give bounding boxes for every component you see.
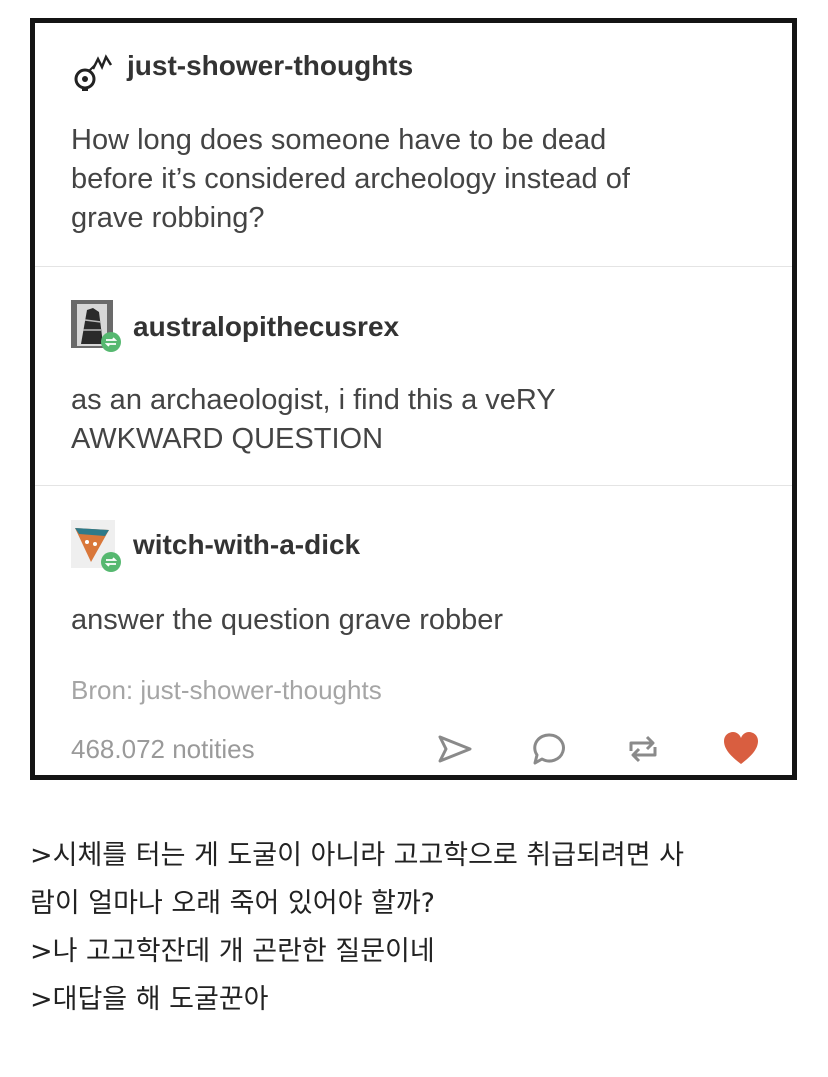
reblog-icon[interactable] (623, 729, 663, 769)
reblog-badge-icon (101, 332, 121, 352)
caption-line: 람이 얼마나 오래 죽어 있어야 할까? (30, 888, 436, 919)
username-witch-with-a-dick[interactable]: witch-with-a-dick (133, 529, 360, 561)
reblog-badge-icon (101, 552, 121, 572)
source-link[interactable]: Bron: just-shower-thoughts (71, 675, 382, 706)
caption-line: >시체를 터는 게 도굴이 아니라 고고학으로 취급되려면 사 (30, 840, 685, 871)
avatar-just-shower-thoughts[interactable] (71, 51, 113, 93)
post-divider (35, 485, 792, 486)
tumblr-post-frame: just-shower-thoughts How long does someo… (30, 18, 797, 780)
caption-line: >나 고고학잔데 개 곤란한 질문이네 (30, 936, 435, 967)
post-text-reblog-2: answer the question grave robber (71, 604, 504, 636)
avatar-witch-with-a-dick[interactable] (71, 520, 123, 572)
username-just-shower-thoughts[interactable]: just-shower-thoughts (127, 50, 413, 82)
paper-plane-icon[interactable] (435, 729, 475, 769)
notes-count[interactable]: 468.072 notities (71, 734, 255, 765)
post-text-reblog-1: as an archaeologist, i find this a veRY … (71, 384, 556, 455)
speech-bubble-icon[interactable] (530, 729, 570, 769)
username-australopithecusrex[interactable]: australopithecusrex (133, 311, 399, 343)
heart-icon[interactable] (721, 729, 761, 769)
translation-caption: >시체를 터는 게 도굴이 아니라 고고학으로 취급되려면 사 람이 얼마나 오… (30, 832, 810, 1024)
avatar-australopithecusrex[interactable] (71, 300, 123, 352)
post-divider (35, 266, 792, 267)
post-text-original: How long does someone have to be dead be… (71, 124, 630, 234)
caption-line: >대답을 해 도굴꾼아 (30, 984, 269, 1015)
